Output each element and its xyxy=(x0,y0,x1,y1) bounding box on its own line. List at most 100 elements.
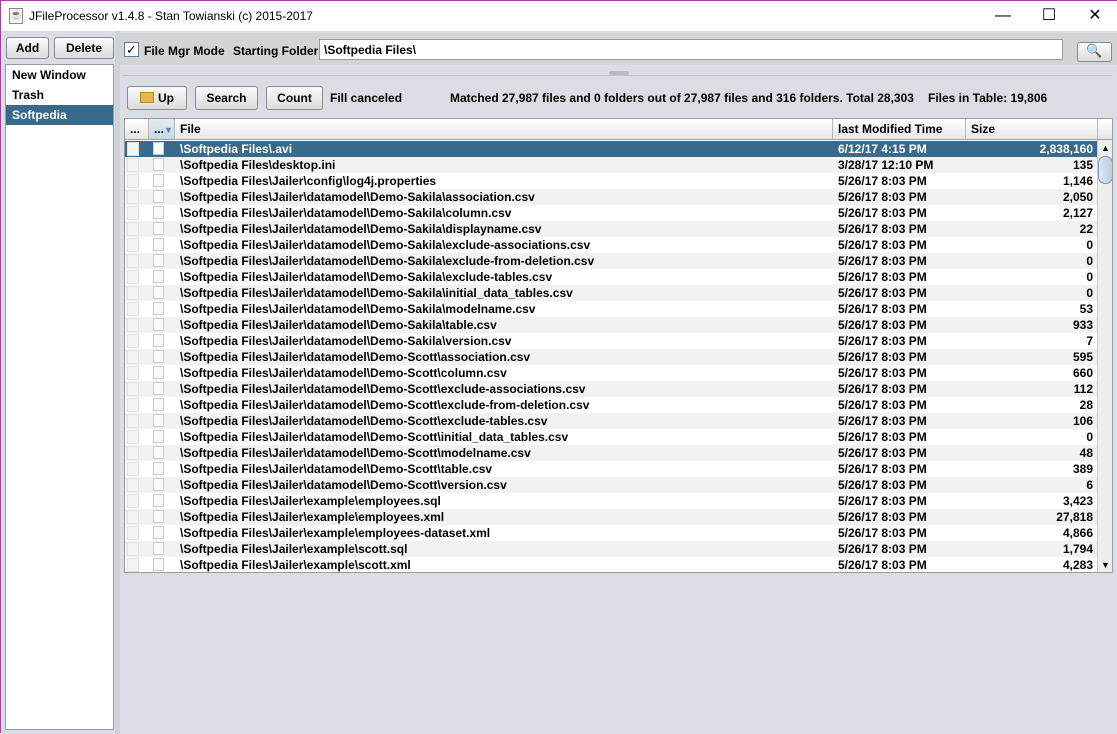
file-mgr-mode-checkbox[interactable]: ✓ xyxy=(124,42,139,57)
row-marker-cell xyxy=(127,238,139,252)
modified-time-cell: 5/26/17 8:03 PM xyxy=(838,478,927,492)
row-marker-cell xyxy=(127,366,139,380)
modified-time-cell: 6/12/17 4:15 PM xyxy=(838,142,927,156)
sort-desc-icon: ▼ xyxy=(164,125,173,135)
column-header-size[interactable]: Size xyxy=(966,119,1098,140)
table-row[interactable]: \Softpedia Files\Jailer\example\employee… xyxy=(125,509,1097,525)
vertical-scrollbar[interactable]: ▲ ▼ xyxy=(1097,140,1112,572)
list-item-new-window[interactable]: New Window xyxy=(6,65,113,85)
column-header-corner xyxy=(1098,119,1112,140)
file-path-cell: \Softpedia Files\Jailer\example\employee… xyxy=(180,494,441,508)
row-marker-cell xyxy=(127,478,139,492)
file-icon xyxy=(153,270,164,283)
table-row[interactable]: \Softpedia Files\Jailer\datamodel\Demo-S… xyxy=(125,237,1097,253)
row-marker-cell xyxy=(127,158,139,172)
table-row[interactable]: \Softpedia Files\Jailer\datamodel\Demo-S… xyxy=(125,333,1097,349)
close-button[interactable]: ✕ xyxy=(1072,1,1117,31)
status-text: Fill canceled xyxy=(330,91,403,105)
table-row[interactable]: \Softpedia Files\desktop.ini 3/28/17 12:1… xyxy=(125,157,1097,173)
file-icon xyxy=(153,510,164,523)
table-row[interactable]: \Softpedia Files\Jailer\datamodel\Demo-S… xyxy=(125,189,1097,205)
file-icon xyxy=(153,462,164,475)
modified-time-cell: 5/26/17 8:03 PM xyxy=(838,494,927,508)
table-row[interactable]: \Softpedia Files\Jailer\datamodel\Demo-S… xyxy=(125,413,1097,429)
scroll-down-arrow[interactable]: ▼ xyxy=(1098,557,1112,572)
list-item-trash[interactable]: Trash xyxy=(6,85,113,105)
table-row[interactable]: \Softpedia Files\Jailer\datamodel\Demo-S… xyxy=(125,461,1097,477)
delete-button[interactable]: Delete xyxy=(54,37,114,59)
file-path-cell: \Softpedia Files\.avi xyxy=(180,142,293,156)
modified-time-cell: 5/26/17 8:03 PM xyxy=(838,382,927,396)
modified-time-cell: 5/26/17 8:03 PM xyxy=(838,334,927,348)
file-path-cell: \Softpedia Files\Jailer\datamodel\Demo-S… xyxy=(180,382,586,396)
modified-time-cell: 5/26/17 8:03 PM xyxy=(838,302,927,316)
scroll-up-arrow[interactable]: ▲ xyxy=(1098,140,1112,156)
table-row[interactable]: \Softpedia Files\.avi 6/12/17 4:15 PM 2,83… xyxy=(125,141,1097,157)
modified-time-cell: 5/26/17 8:03 PM xyxy=(838,318,927,332)
modified-time-cell: 5/26/17 8:03 PM xyxy=(838,526,927,540)
column-header-2[interactable]: ...▼ xyxy=(149,119,175,140)
modified-time-cell: 5/26/17 8:03 PM xyxy=(838,366,927,380)
column-header-1[interactable]: ... xyxy=(125,119,149,140)
table-row[interactable]: \Softpedia Files\Jailer\example\scott.xm… xyxy=(125,557,1097,572)
list-item-softpedia[interactable]: Softpedia xyxy=(6,105,113,125)
window-title: JFileProcessor v1.4.8 - Stan Towianski (… xyxy=(29,9,313,23)
row-marker-cell xyxy=(127,286,139,300)
count-button[interactable]: Count xyxy=(266,86,323,110)
table-row[interactable]: \Softpedia Files\Jailer\datamodel\Demo-S… xyxy=(125,285,1097,301)
column-header-file[interactable]: File xyxy=(175,119,833,140)
table-row[interactable]: \Softpedia Files\Jailer\datamodel\Demo-S… xyxy=(125,253,1097,269)
row-marker-cell xyxy=(127,462,139,476)
file-icon xyxy=(153,430,164,443)
browse-button[interactable]: 🔍 xyxy=(1077,42,1112,62)
file-path-cell: \Softpedia Files\Jailer\datamodel\Demo-S… xyxy=(180,190,535,204)
scroll-thumb[interactable] xyxy=(1098,156,1112,184)
table-row[interactable]: \Softpedia Files\Jailer\example\scott.sq… xyxy=(125,541,1097,557)
file-icon xyxy=(153,174,164,187)
table-row[interactable]: \Softpedia Files\Jailer\datamodel\Demo-S… xyxy=(125,365,1097,381)
file-icon xyxy=(153,238,164,251)
table-row[interactable]: \Softpedia Files\Jailer\example\employee… xyxy=(125,525,1097,541)
size-cell: 1,794 xyxy=(1062,542,1093,556)
modified-time-cell: 5/26/17 8:03 PM xyxy=(838,286,927,300)
modified-time-cell: 5/26/17 8:03 PM xyxy=(838,558,927,572)
file-path-cell: \Softpedia Files\Jailer\example\scott.xm… xyxy=(180,558,411,572)
table-row[interactable]: \Softpedia Files\Jailer\datamodel\Demo-S… xyxy=(125,301,1097,317)
divider xyxy=(122,75,1112,76)
up-button[interactable]: Up xyxy=(127,86,187,110)
table-row[interactable]: \Softpedia Files\Jailer\datamodel\Demo-S… xyxy=(125,269,1097,285)
table-row[interactable]: \Softpedia Files\Jailer\datamodel\Demo-S… xyxy=(125,317,1097,333)
table-row[interactable]: \Softpedia Files\Jailer\datamodel\Demo-S… xyxy=(125,477,1097,493)
row-marker-cell xyxy=(127,254,139,268)
row-marker-cell xyxy=(127,510,139,524)
add-button[interactable]: Add xyxy=(6,37,49,59)
column-header-modified[interactable]: last Modified Time xyxy=(833,119,966,140)
minimize-button[interactable]: — xyxy=(980,1,1026,31)
maximize-button[interactable]: ☐ xyxy=(1026,1,1072,31)
search-button[interactable]: Search xyxy=(195,86,258,110)
table-row[interactable]: \Softpedia Files\Jailer\config\log4j.pro… xyxy=(125,173,1097,189)
row-marker-cell xyxy=(127,350,139,364)
table-row[interactable]: \Softpedia Files\Jailer\datamodel\Demo-S… xyxy=(125,445,1097,461)
table-row[interactable]: \Softpedia Files\Jailer\datamodel\Demo-S… xyxy=(125,349,1097,365)
size-cell: 28 xyxy=(1079,398,1093,412)
table-row[interactable]: \Softpedia Files\Jailer\datamodel\Demo-S… xyxy=(125,397,1097,413)
row-marker-cell xyxy=(127,206,139,220)
file-path-cell: \Softpedia Files\Jailer\datamodel\Demo-S… xyxy=(180,270,553,284)
file-icon xyxy=(153,414,164,427)
modified-time-cell: 5/26/17 8:03 PM xyxy=(838,414,927,428)
row-marker-cell xyxy=(127,542,139,556)
modified-time-cell: 5/26/17 8:03 PM xyxy=(838,174,927,188)
size-cell: 22 xyxy=(1079,222,1093,236)
modified-time-cell: 5/26/17 8:03 PM xyxy=(838,222,927,236)
starting-folder-input[interactable]: \Softpedia Files\ xyxy=(319,39,1063,60)
table-row[interactable]: \Softpedia Files\Jailer\datamodel\Demo-S… xyxy=(125,221,1097,237)
file-path-cell: \Softpedia Files\Jailer\example\employee… xyxy=(180,510,445,524)
file-icon xyxy=(153,542,164,555)
table-row[interactable]: \Softpedia Files\Jailer\example\employee… xyxy=(125,493,1097,509)
table-row[interactable]: \Softpedia Files\Jailer\datamodel\Demo-S… xyxy=(125,205,1097,221)
modified-time-cell: 5/26/17 8:03 PM xyxy=(838,254,927,268)
row-marker-cell xyxy=(127,318,139,332)
table-row[interactable]: \Softpedia Files\Jailer\datamodel\Demo-S… xyxy=(125,429,1097,445)
table-row[interactable]: \Softpedia Files\Jailer\datamodel\Demo-S… xyxy=(125,381,1097,397)
